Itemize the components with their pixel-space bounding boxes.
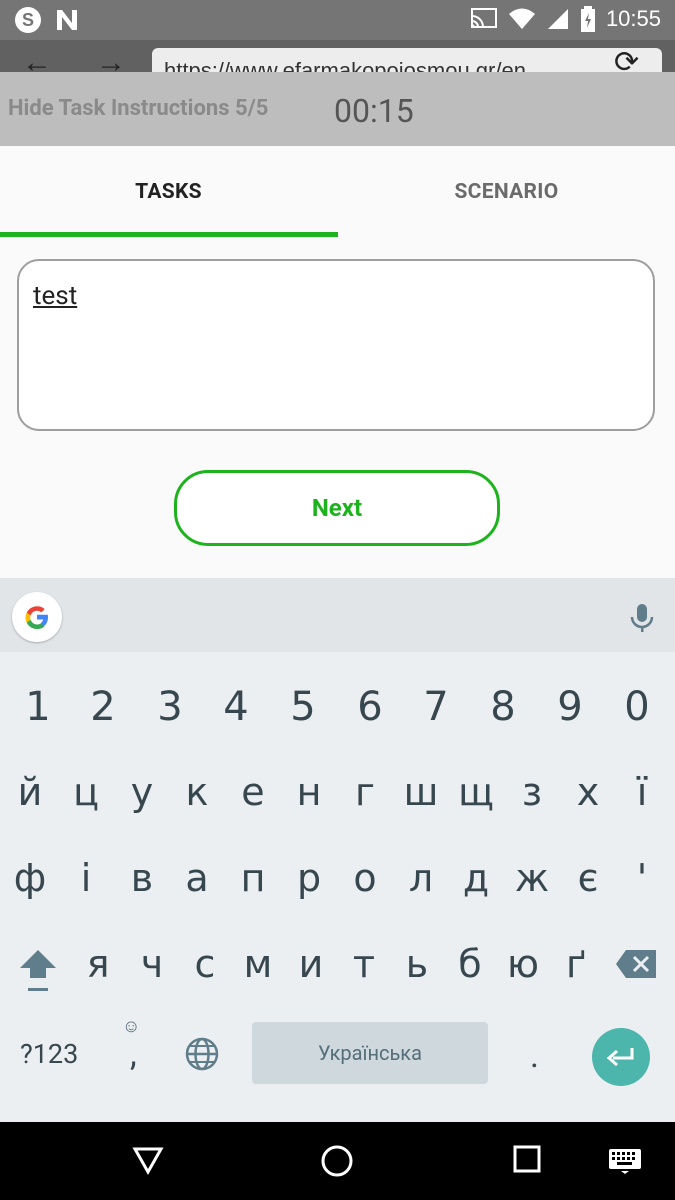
key-2[interactable]: 2 [73,684,133,730]
tab-bar: TASKS SCENARIO [0,146,675,238]
key-letter[interactable]: л [393,856,449,900]
battery-icon [580,6,595,32]
key-letter[interactable]: в [114,856,170,900]
key-letter[interactable]: ї [614,770,670,814]
key-1[interactable]: 1 [8,684,68,730]
key-5[interactable]: 5 [273,684,333,730]
back-arrow-icon[interactable]: ← [22,48,52,75]
key-letter[interactable]: р [281,856,337,900]
forward-arrow-icon[interactable]: → [96,48,126,75]
task-instructions-bar: Hide Task Instructions 5/5 00:15 [0,72,675,146]
next-button[interactable]: Next [174,470,500,546]
key-3[interactable]: 3 [140,684,200,730]
hide-task-instructions-link[interactable]: Hide Task Instructions 5/5 [8,96,268,121]
keyboard-suggestion-strip [0,578,675,652]
enter-arrow-icon [606,1048,634,1067]
key-letter[interactable]: п [225,856,281,900]
key-letter[interactable]: а [169,856,225,900]
comma-key[interactable]: , [130,1034,137,1074]
key-letter[interactable]: к [169,770,225,814]
skype-icon: S [15,7,41,33]
key-letter[interactable]: з [504,770,560,814]
key-letter[interactable]: є [560,856,616,900]
back-triangle-icon[interactable] [132,1144,164,1176]
key-letter[interactable]: й [2,770,58,814]
status-bar: S 10:55 [0,0,675,40]
task-text-box: test [17,259,655,431]
key-letter[interactable]: и [283,942,339,986]
recents-square-icon[interactable] [512,1144,542,1174]
task-text: test [33,281,78,311]
key-letter[interactable]: ф [2,856,58,900]
key-letter[interactable]: ж [504,856,560,900]
key-letter[interactable]: е [225,770,281,814]
key-letter[interactable]: с [177,942,233,986]
tab-active-indicator [0,232,338,237]
enter-key[interactable] [592,1028,650,1086]
status-time: 10:55 [605,6,661,31]
key-letter[interactable]: д [448,856,504,900]
shift-icon[interactable] [18,948,58,994]
key-letter[interactable]: ґ [548,942,604,986]
url-bar[interactable]: https://www.efarmakopoiosmou.gr/en [152,48,662,74]
key-7[interactable]: 7 [406,684,466,730]
key-letter[interactable]: м [230,942,286,986]
key-letter[interactable]: б [442,942,498,986]
key-letter[interactable]: ю [495,942,551,986]
backspace-icon[interactable] [614,948,658,980]
key-letter[interactable]: у [114,770,170,814]
cast-icon [470,8,497,28]
key-letter[interactable]: х [560,770,616,814]
svg-text:S: S [22,10,34,30]
signal-icon [547,9,568,29]
key-0[interactable]: 0 [607,684,667,730]
key-9[interactable]: 9 [540,684,600,730]
microphone-icon[interactable] [628,602,656,634]
period-key[interactable]: . [530,1036,539,1076]
spacebar[interactable]: Українська [252,1022,488,1084]
keyboard-switch-icon[interactable] [608,1148,642,1174]
key-letter[interactable]: і [58,856,114,900]
key-6[interactable]: 6 [340,684,400,730]
globe-icon[interactable] [184,1036,220,1072]
key-4[interactable]: 4 [206,684,266,730]
wifi-icon [508,8,535,29]
key-letter[interactable]: т [336,942,392,986]
task-timer: 00:15 [334,92,414,130]
key-letter[interactable]: щ [448,770,504,814]
key-letter[interactable]: ' [614,856,670,900]
key-letter[interactable]: ь [389,942,445,986]
n-icon [57,10,77,30]
home-circle-icon[interactable] [320,1144,354,1178]
key-letter[interactable]: ш [393,770,449,814]
android-nav-bar [0,1122,675,1200]
soft-keyboard: 1 2 3 4 5 6 7 8 9 0 й ц у к е н г ш щ з … [0,652,675,1122]
key-letter[interactable]: ч [124,942,180,986]
key-letter[interactable]: о [337,856,393,900]
key-letter[interactable]: г [337,770,393,814]
key-letter[interactable]: н [281,770,337,814]
key-letter[interactable]: я [70,942,126,986]
symbols-key[interactable]: ?123 [20,1038,78,1070]
browser-toolbar: ← → https://www.efarmakopoiosmou.gr/en ⟳ [0,40,675,74]
tab-tasks[interactable]: TASKS [0,146,337,238]
tab-scenario[interactable]: SCENARIO [338,146,675,238]
key-8[interactable]: 8 [473,684,533,730]
key-letter[interactable]: ц [58,770,114,814]
reload-icon[interactable]: ⟳ [614,48,639,75]
google-icon[interactable] [12,592,62,642]
